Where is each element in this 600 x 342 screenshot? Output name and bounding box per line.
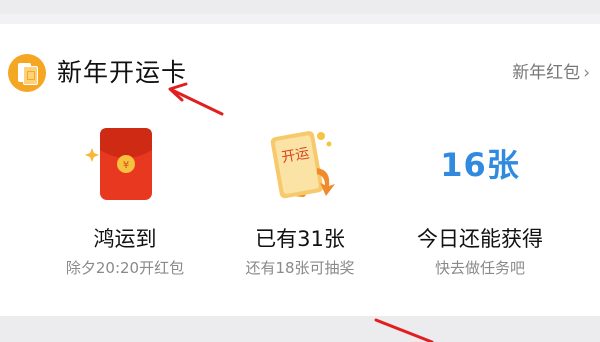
red-envelope-label: 鸿运到	[93, 227, 157, 251]
annotation-arrow-icon	[168, 82, 224, 116]
cards-remaining-hint: 还有18张可抽奖	[245, 259, 355, 277]
new-year-red-packet-link[interactable]: 新年红包 ›	[512, 60, 590, 86]
top-divider	[0, 0, 600, 14]
lucky-card-badge-icon	[8, 54, 46, 92]
red-envelope-column[interactable]: ¥ 鸿运到 除夕20:20开红包	[25, 120, 225, 278]
annotation-arrow-icon-bottom	[374, 318, 434, 342]
bottom-divider	[0, 316, 600, 342]
cards-owned-count: 已有31张	[255, 227, 345, 251]
lucky-card-icon: 开运	[270, 131, 335, 199]
red-envelope-time: 除夕20:20开红包	[65, 259, 185, 277]
svg-text:¥: ¥	[123, 160, 129, 171]
today-available-column[interactable]: 16张 今日还能获得 快去做任务吧	[380, 120, 580, 278]
today-available-label: 今日还能获得	[417, 227, 543, 251]
page: 新年开运卡 新年红包 › ¥ 鸿运到 除夕20:20开红包 开运 已有31张 还…	[0, 0, 600, 342]
lucky-cards-column[interactable]: 开运 已有31张 还有18张可抽奖	[200, 120, 400, 278]
more-link-label: 新年红包	[512, 63, 581, 83]
do-tasks-hint: 快去做任务吧	[434, 259, 525, 277]
chevron-right-icon: ›	[583, 63, 590, 83]
red-envelope-icon: ¥	[85, 128, 152, 200]
today-count-value: 16张	[440, 146, 520, 184]
